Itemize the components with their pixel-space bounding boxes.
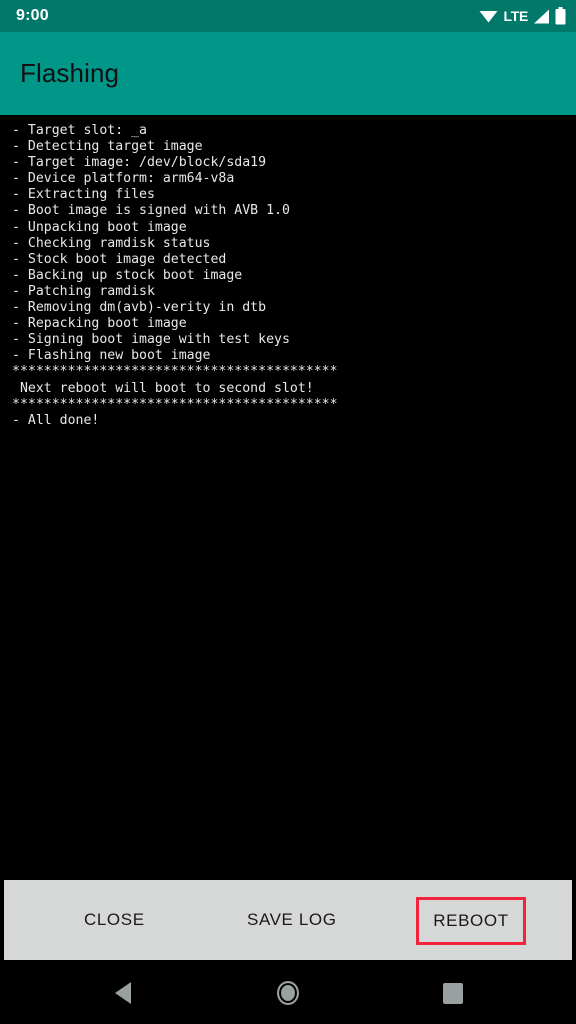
nav-back-button[interactable] <box>95 965 151 1021</box>
back-icon <box>114 982 131 1004</box>
page-title: Flashing <box>20 58 120 88</box>
status-bar: 9:00 LTE <box>0 0 576 32</box>
save-log-button[interactable]: SAVE LOG <box>235 900 349 940</box>
nav-recents-button[interactable] <box>425 965 481 1021</box>
button-bar: CLOSE SAVE LOG REBOOT <box>4 880 572 960</box>
phone-screen: 9:00 LTE Flashing - Target slot: _a - De… <box>0 0 576 1024</box>
lte-label: LTE <box>503 8 528 24</box>
status-bar-clock: 9:00 <box>16 7 49 24</box>
battery-icon <box>555 7 566 25</box>
console-log-area[interactable]: - Target slot: _a - Detecting target ima… <box>0 115 576 880</box>
console-log-text: - Target slot: _a - Detecting target ima… <box>12 123 338 428</box>
status-bar-icons: LTE <box>479 7 566 25</box>
button-bar-wrapper: CLOSE SAVE LOG REBOOT <box>0 880 576 962</box>
close-button[interactable]: CLOSE <box>72 900 157 940</box>
signal-icon <box>533 9 550 24</box>
reboot-button[interactable]: REBOOT <box>416 897 526 945</box>
home-icon <box>276 981 299 1005</box>
wifi-icon <box>479 9 498 23</box>
android-navigation-bar <box>0 962 576 1024</box>
nav-home-button[interactable] <box>260 965 316 1021</box>
recents-icon <box>443 982 464 1004</box>
app-bar: Flashing <box>0 32 576 115</box>
